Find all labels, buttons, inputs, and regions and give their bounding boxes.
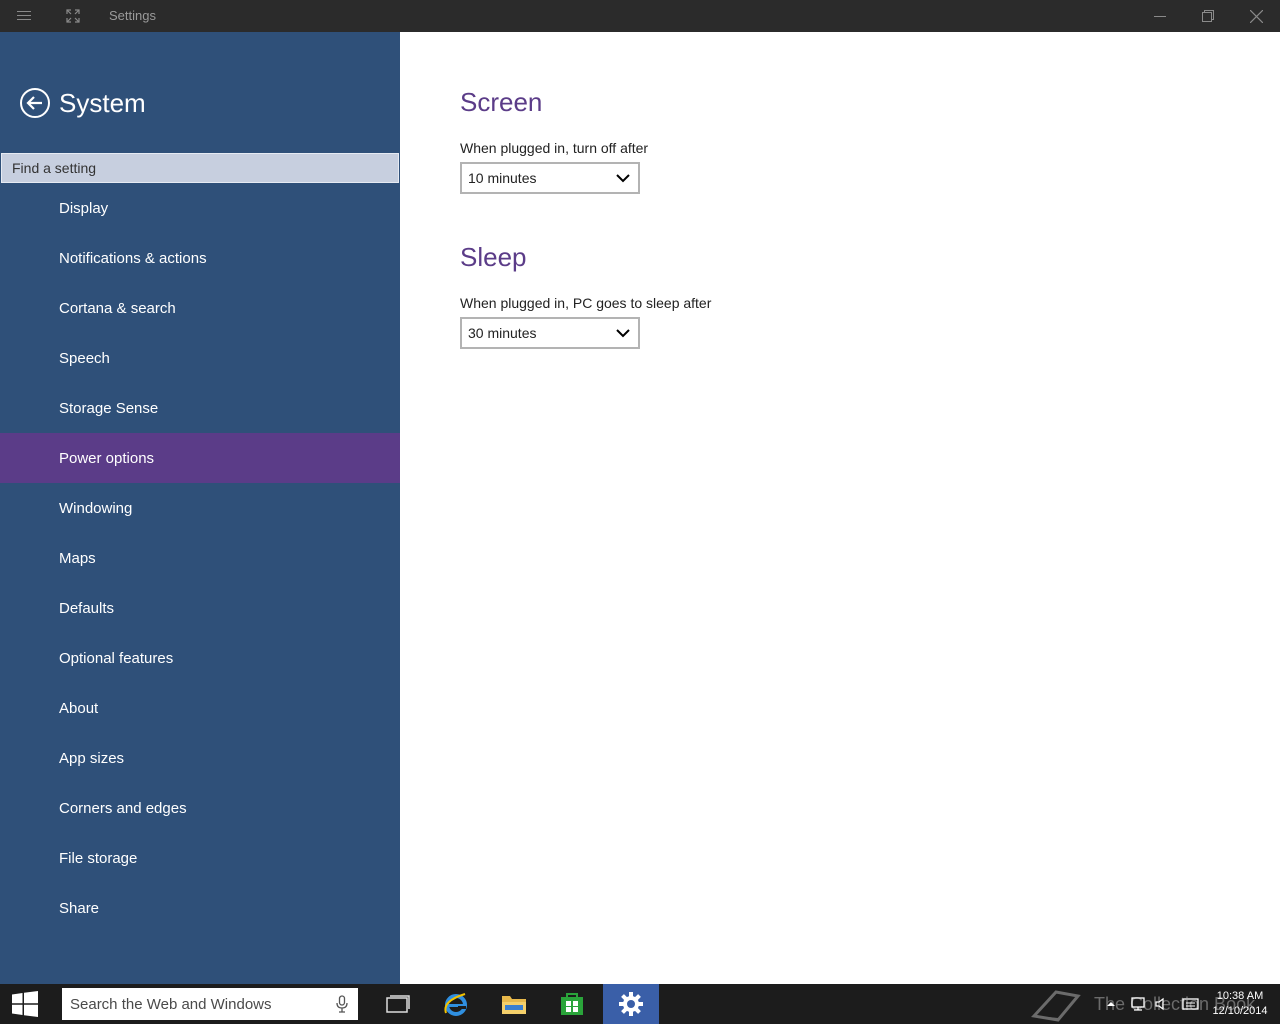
screen-timeout-value: 10 minutes — [468, 170, 537, 186]
back-button[interactable] — [19, 87, 51, 119]
internet-explorer-button[interactable] — [428, 984, 484, 1024]
sidebar-item-power-options[interactable]: Power options — [0, 433, 400, 483]
sidebar-item-label: Storage Sense — [59, 399, 159, 417]
sidebar-item-label: File storage — [59, 849, 138, 867]
task-view-icon — [386, 995, 410, 1013]
chevron-down-icon — [616, 174, 630, 183]
show-hidden-icons-icon[interactable] — [1104, 997, 1118, 1011]
back-arrow-icon — [20, 88, 50, 118]
clock-date: 12/10/2014 — [1212, 1005, 1268, 1017]
restore-button[interactable] — [1184, 0, 1232, 32]
sidebar-item-notifications[interactable]: Notifications & actions — [0, 233, 400, 283]
sidebar-item-label: Display — [59, 199, 109, 217]
sidebar-item-label: Corners and edges — [59, 799, 187, 817]
file-explorer-icon — [502, 996, 526, 1014]
sidebar-item-app-sizes[interactable]: App sizes — [0, 733, 400, 783]
sidebar-item-label: App sizes — [59, 749, 125, 767]
sidebar-item-cortana-search[interactable]: Cortana & search — [0, 283, 400, 333]
store-icon — [561, 993, 583, 1015]
sidebar-item-optional-features[interactable]: Optional features — [0, 633, 400, 683]
sidebar-item-corners-edges[interactable]: Corners and edges — [0, 783, 400, 833]
sleep-timeout-dropdown[interactable]: 30 minutes — [460, 317, 640, 349]
minimize-button[interactable] — [1136, 0, 1184, 32]
sleep-section-title: Sleep — [460, 242, 527, 272]
settings-icon — [619, 992, 643, 1016]
sidebar-item-label: Defaults — [59, 599, 115, 617]
internet-explorer-icon — [444, 993, 467, 1016]
clock-time: 10:38 AM — [1216, 990, 1264, 1002]
network-icon[interactable] — [1130, 996, 1148, 1012]
main-content: Screen When plugged in, turn off after 1… — [400, 32, 1280, 984]
store-button[interactable] — [544, 984, 600, 1024]
task-view-button[interactable] — [370, 984, 426, 1024]
close-icon — [1249, 9, 1263, 23]
sidebar-item-file-storage[interactable]: File storage — [0, 833, 400, 883]
taskbar: The Collection Book 10:38 AM 12/10/2014 — [0, 984, 1280, 1024]
minimize-icon — [1154, 16, 1166, 17]
screen-timeout-dropdown[interactable]: 10 minutes — [460, 162, 640, 194]
sidebar-nav: Display Notifications & actions Cortana … — [0, 183, 400, 933]
screen-timeout-label: When plugged in, turn off after — [460, 140, 649, 156]
sidebar: System Display Notifications & actions C… — [0, 32, 400, 984]
restore-icon — [1202, 10, 1214, 22]
taskbar-clock[interactable]: 10:38 AM 12/10/2014 — [1205, 989, 1275, 1019]
file-explorer-button[interactable] — [486, 984, 542, 1024]
system-tray — [1104, 984, 1200, 1024]
taskbar-search-input[interactable] — [70, 995, 320, 1013]
sidebar-item-storage-sense[interactable]: Storage Sense — [0, 383, 400, 433]
sidebar-item-windowing[interactable]: Windowing — [0, 483, 400, 533]
screen-section-title: Screen — [460, 87, 543, 117]
sidebar-item-label: Windowing — [59, 499, 133, 517]
taskbar-search-box[interactable] — [62, 988, 358, 1020]
action-center-icon[interactable] — [1182, 997, 1200, 1011]
sidebar-item-maps[interactable]: Maps — [0, 533, 400, 583]
sidebar-item-about[interactable]: About — [0, 683, 400, 733]
sidebar-item-label: Optional features — [59, 649, 174, 667]
fullscreen-icon[interactable] — [49, 0, 97, 32]
microphone-icon[interactable] — [336, 995, 348, 1013]
sidebar-item-label: Speech — [59, 349, 110, 367]
sidebar-item-label: Maps — [59, 549, 96, 567]
book-watermark-icon — [1031, 990, 1081, 1022]
volume-icon[interactable] — [1154, 997, 1168, 1011]
find-setting-box[interactable] — [1, 153, 399, 183]
sleep-timeout-value: 30 minutes — [468, 325, 537, 341]
sidebar-item-defaults[interactable]: Defaults — [0, 583, 400, 633]
chevron-down-icon — [616, 329, 630, 338]
sidebar-item-speech[interactable]: Speech — [0, 333, 400, 383]
sidebar-item-label: Power options — [59, 449, 155, 467]
window-title: Settings — [109, 8, 156, 23]
sidebar-item-label: Notifications & actions — [59, 249, 207, 267]
close-button[interactable] — [1232, 0, 1280, 32]
settings-button[interactable] — [603, 984, 659, 1024]
windows-logo-icon — [12, 991, 38, 1017]
page-title: System — [59, 87, 146, 118]
find-setting-input[interactable] — [12, 160, 398, 176]
sidebar-item-display[interactable]: Display — [0, 183, 400, 233]
hamburger-icon[interactable] — [0, 0, 48, 32]
start-button[interactable] — [0, 984, 50, 1024]
title-bar: Settings — [0, 0, 1280, 32]
sidebar-item-label: About — [59, 699, 99, 717]
sidebar-item-label: Share — [59, 899, 100, 917]
sleep-timeout-label: When plugged in, PC goes to sleep after — [460, 295, 712, 311]
sidebar-header: System — [19, 87, 146, 119]
sidebar-item-label: Cortana & search — [59, 299, 176, 317]
sidebar-item-share[interactable]: Share — [0, 883, 400, 933]
